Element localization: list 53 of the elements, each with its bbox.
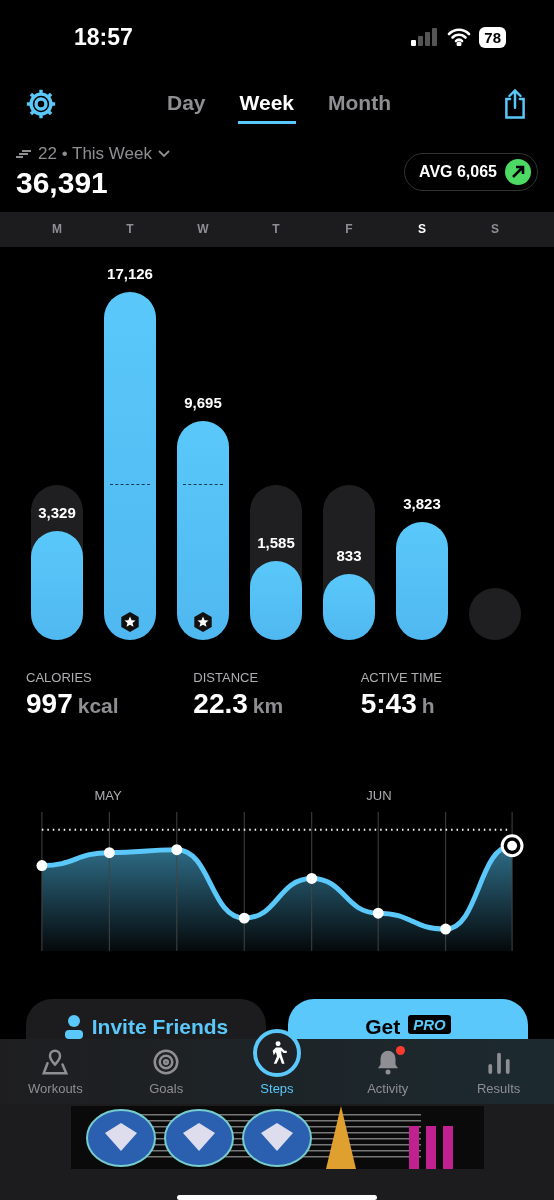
data-point	[440, 923, 452, 935]
chevron-down-icon	[158, 149, 170, 158]
month-label: JUN	[366, 787, 392, 803]
battery-level: 78	[479, 26, 506, 48]
average-value: AVG 6,065	[419, 162, 497, 181]
signal-icon	[411, 28, 440, 47]
weekday-label[interactable]: T	[104, 222, 156, 237]
step-count: 3,823	[403, 495, 441, 513]
get-pro-button[interactable]: Get PRO	[288, 998, 528, 1039]
weekly-total: 36,391	[16, 165, 109, 200]
trend-up-icon	[505, 158, 531, 185]
stat-value: 5:43 h	[360, 688, 436, 721]
clock-time: 18:57	[74, 23, 133, 51]
weekday-label[interactable]: S	[396, 222, 448, 237]
notification-dot	[395, 1046, 405, 1055]
weekday-label[interactable]: S	[469, 222, 521, 237]
tab-bar-item[interactable]: Goals	[110, 1038, 222, 1104]
star-badge-icon	[193, 612, 213, 633]
wifi-icon	[447, 28, 472, 47]
step-count: 17,126	[107, 265, 153, 283]
current-week-point	[500, 834, 524, 857]
step-count: 3,329	[38, 503, 76, 521]
tab-bar-item[interactable]: Results	[443, 1038, 554, 1104]
data-point	[171, 843, 183, 855]
data-point	[372, 907, 384, 919]
data-point	[103, 846, 115, 858]
week-selector[interactable]: 22 • This Week	[16, 143, 170, 164]
streak-icon	[16, 148, 32, 159]
step-count: 9,695	[184, 393, 222, 411]
period-tab[interactable]: Month	[326, 84, 393, 124]
tab-bar-item[interactable]: Workouts	[0, 1038, 111, 1104]
tab-bar-item[interactable]: Activity	[332, 1038, 444, 1104]
step-count: 833	[336, 547, 362, 565]
data-point	[238, 912, 250, 924]
stat-value: 997 kcal	[26, 688, 120, 721]
data-point	[36, 859, 48, 871]
weekday-label[interactable]: F	[323, 222, 375, 237]
stat-label: CALORIES	[26, 670, 93, 686]
map-pin-icon	[40, 1047, 71, 1077]
weekday-label[interactable]: W	[177, 222, 229, 237]
stat-label: ACTIVE TIME	[360, 670, 444, 686]
stat-value: 22.3 km	[193, 688, 285, 721]
star-badge-icon	[120, 612, 140, 633]
step-count: 1,585	[257, 534, 295, 552]
weekday-label[interactable]: M	[31, 222, 83, 237]
period-tab[interactable]: Week	[237, 84, 296, 124]
period-tab[interactable]: Day	[165, 84, 208, 124]
data-point	[306, 872, 318, 884]
stat-label: DISTANCE	[193, 670, 260, 686]
month-label: MAY	[94, 787, 122, 803]
invite-friends-button[interactable]: Invite Friends	[26, 998, 266, 1039]
person-icon	[63, 1014, 84, 1039]
weekday-label[interactable]: T	[250, 222, 302, 237]
